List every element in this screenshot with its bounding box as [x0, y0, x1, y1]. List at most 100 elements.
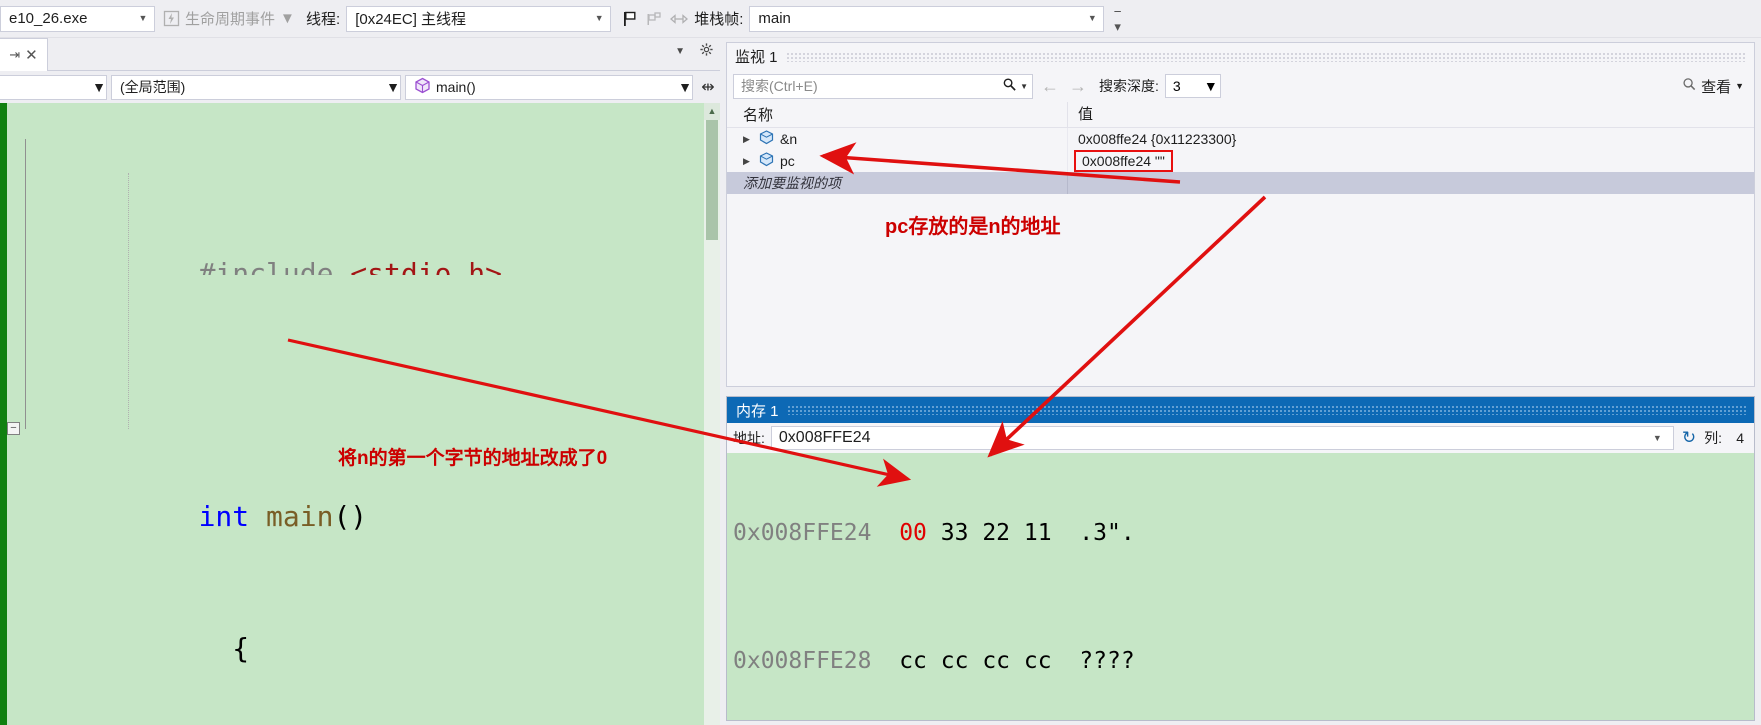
memory-row: 0x008FFE28 cc cc cc cc ????	[733, 648, 1135, 674]
search-next-icon[interactable]: →	[1067, 76, 1089, 97]
debug-tool-windows: 监视 1 搜索(Ctrl+E) ▼ ← → 搜索深度: 3 ▼ 查看 ▼ 名称 …	[720, 38, 1761, 725]
search-prev-icon[interactable]: ←	[1039, 76, 1061, 97]
chevron-down-icon: ▼	[1087, 13, 1097, 23]
memory-address-value: 0x008FFE24	[778, 429, 871, 446]
split-view-icon[interactable]: ⇹	[697, 77, 719, 97]
memory-row: 0x008FFE24 00 33 22 11 .3".	[733, 520, 1135, 546]
memory-title: 内存 1	[736, 402, 779, 420]
memory-window: 内存 1 地址: 0x008FFE24 ▼ ↻ 列: 4 0x008FFE24 …	[726, 396, 1755, 721]
lifecycle-icon	[163, 10, 180, 27]
chevron-down-icon[interactable]: ▼	[675, 46, 685, 57]
thread-link-icon[interactable]	[669, 10, 689, 27]
memory-address-label: 地址:	[733, 430, 765, 446]
title-dot-fill	[786, 405, 1746, 415]
memory-title-bar: 内存 1	[727, 397, 1754, 423]
annotation-byte-note: 将n的第一个字节的地址改成了0	[338, 448, 608, 469]
title-dot-fill	[785, 51, 1746, 62]
thread-selector[interactable]: [0x24EC] 主线程 ▼	[346, 5, 612, 32]
fold-collapse-icon[interactable]: −	[7, 422, 20, 435]
search-placeholder-text: 搜索(Ctrl+E)	[741, 78, 818, 94]
annotation-pc-note: pc存放的是n的地址	[885, 216, 1061, 238]
watch-add-item-label: 添加要监视的项	[743, 175, 841, 191]
view-button[interactable]: 查看 ▼	[1682, 76, 1748, 97]
source-code: #include <stdio.h> − int main() { int n …	[0, 103, 720, 725]
process-selector[interactable]: e10_26.exe ▼	[0, 5, 155, 32]
method-cube-icon	[414, 77, 431, 97]
watch-add-item-row[interactable]: 添加要监视的项	[727, 172, 1754, 194]
editor-navigation-bar: ▼ (全局范围) ▼ main() ▼ ⇹	[0, 71, 720, 103]
watch-toolbar: 搜索(Ctrl+E) ▼ ← → 搜索深度: 3 ▼ 查看 ▼	[727, 70, 1754, 102]
watch-title-bar: 监视 1	[727, 43, 1754, 70]
chevron-down-icon: ▼	[678, 79, 692, 95]
watch-search-input[interactable]: 搜索(Ctrl+E) ▼	[733, 73, 1033, 99]
process-selector-value: e10_26.exe	[9, 10, 88, 27]
memory-row-ascii: .3".	[1079, 520, 1135, 546]
watch-window: 监视 1 搜索(Ctrl+E) ▼ ← → 搜索深度: 3 ▼ 查看 ▼ 名称 …	[726, 42, 1755, 387]
variable-cube-icon	[758, 151, 775, 171]
memory-address-input[interactable]: 0x008FFE24 ▼	[770, 426, 1674, 450]
debug-toolbar: e10_26.exe ▼ 生命周期事件 ▼ 线程: [0x24EC] 主线程 ▼	[0, 0, 1761, 38]
watch-value-1: 0x008ffe24 ""	[1074, 150, 1173, 172]
chevron-down-icon[interactable]: ▼	[1653, 433, 1671, 443]
code-line-3: {	[198, 632, 250, 665]
chevron-down-icon: ▼	[92, 79, 106, 95]
search-depth-selector[interactable]: 3 ▼	[1164, 74, 1221, 98]
watch-name-1: pc	[780, 153, 795, 169]
code-text-area[interactable]: #include <stdio.h> − int main() { int n …	[0, 103, 720, 725]
watch-grid-header: 名称 值	[727, 101, 1754, 128]
stackframe-selector-value: main	[758, 10, 791, 27]
chevron-down-icon: ▼	[138, 13, 148, 23]
lifecycle-events-button[interactable]: 生命周期事件 ▼	[155, 6, 298, 32]
nav-project-selector[interactable]: ▼	[0, 74, 107, 100]
chevron-down-icon: ▼	[280, 10, 295, 27]
flag-group-icon[interactable]	[645, 10, 662, 27]
column-header-value: 值	[1067, 101, 1754, 128]
thread-label: 线程:	[306, 11, 341, 28]
memory-byte-modified: 00	[899, 520, 927, 546]
expand-arrow-icon[interactable]: ▶	[743, 156, 753, 167]
nav-function-value: main()	[436, 79, 476, 95]
memory-columns-value[interactable]: 4	[1728, 430, 1748, 446]
watch-empty-area	[727, 235, 1754, 386]
expand-arrow-icon[interactable]: ▶	[743, 134, 753, 145]
lifecycle-events-label: 生命周期事件	[185, 11, 276, 28]
memory-row-address: 0x008FFE28	[733, 648, 872, 674]
table-row[interactable]: ▶ &n 0x008ffe24 {0x11223300}	[727, 128, 1754, 150]
nav-function-selector[interactable]: main() ▼	[405, 74, 693, 100]
chevron-down-icon: ▼	[1203, 78, 1218, 94]
watch-title: 监视 1	[735, 49, 778, 66]
variable-cube-icon	[758, 129, 775, 149]
code-line-1: #include <stdio.h>	[198, 257, 503, 276]
watch-grid: 名称 值 ▶ &n 0x008ffe24 {0x11223300} ▶ pc 0…	[727, 101, 1754, 386]
flag-icon[interactable]	[621, 10, 638, 27]
close-icon[interactable]: ✕	[25, 46, 38, 64]
editor-document-tab[interactable]: ⇥ ✕	[0, 38, 48, 71]
memory-row-address: 0x008FFE24	[733, 520, 872, 546]
scroll-up-icon[interactable]: ▲	[704, 103, 720, 120]
chevron-down-icon: ▼	[594, 13, 604, 23]
watch-value-0: 0x008ffe24 {0x11223300}	[1078, 131, 1237, 147]
memory-dump[interactable]: 0x008FFE24 00 33 22 11 .3". 0x008FFE28 c…	[727, 453, 1754, 720]
watch-name-0: &n	[780, 131, 798, 147]
pin-icon[interactable]: ⇥	[9, 47, 20, 63]
memory-address-toolbar: 地址: 0x008FFE24 ▼ ↻ 列: 4	[727, 423, 1754, 453]
editor-vertical-scrollbar[interactable]: ▲	[704, 103, 720, 725]
view-button-label: 查看	[1701, 78, 1732, 96]
chevron-down-icon[interactable]: ▼	[1020, 82, 1028, 91]
stackframe-label: 堆栈帧:	[694, 11, 744, 28]
stackframe-selector[interactable]: main ▼	[749, 5, 1105, 32]
chevron-down-icon: ▼	[1735, 81, 1744, 91]
nav-scope-selector[interactable]: (全局范围) ▼	[111, 74, 401, 100]
table-row[interactable]: ▶ pc 0x008ffe24 ""	[727, 150, 1754, 172]
nav-scope-value: (全局范围)	[120, 79, 186, 95]
search-depth-label: 搜索深度:	[1099, 78, 1159, 94]
chevron-down-icon: ▼	[386, 79, 400, 95]
gear-icon[interactable]	[699, 42, 714, 60]
refresh-icon[interactable]: ↻	[1680, 428, 1698, 448]
toolbar-overflow-icon[interactable]: ⎯ ▾	[1114, 3, 1121, 35]
search-depth-value: 3	[1172, 78, 1181, 94]
code-editor-pane: ⇥ ✕ ▼ ▼ (全局范围) ▼ main() ▼ ⇹ #include <st…	[0, 38, 720, 725]
search-icon[interactable]	[1002, 77, 1017, 95]
scrollbar-thumb[interactable]	[706, 120, 718, 240]
column-header-name: 名称	[743, 107, 774, 124]
